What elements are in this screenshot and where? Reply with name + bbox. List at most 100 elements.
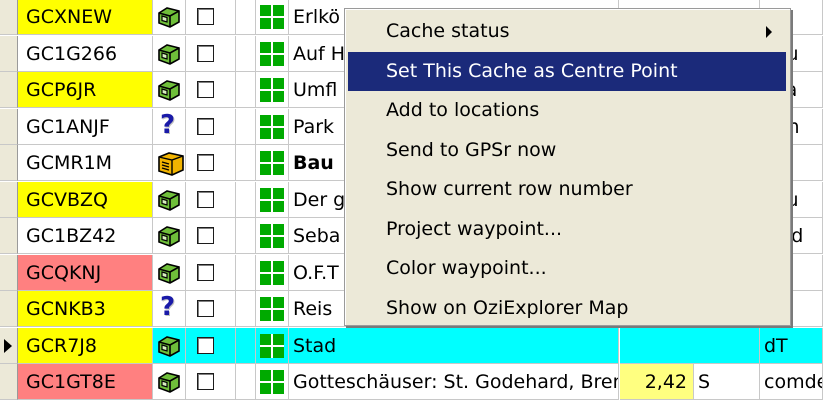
empty-cell bbox=[236, 254, 256, 291]
menu-item[interactable]: Set This Cache as Centre Point bbox=[348, 51, 786, 91]
row-checkbox[interactable] bbox=[197, 8, 214, 25]
cache-code-cell[interactable]: GCMR1M bbox=[18, 145, 153, 181]
cache-code-cell[interactable]: GCR7J8 bbox=[18, 327, 153, 364]
green-grid-icon bbox=[260, 187, 284, 212]
grid-icon-cell bbox=[256, 218, 289, 254]
row-checkbox[interactable] bbox=[197, 81, 214, 98]
cache-code-cell[interactable]: GCXNEW bbox=[18, 0, 153, 35]
cache-type-cell bbox=[153, 181, 186, 218]
cache-type-cell bbox=[153, 254, 186, 291]
checkbox-cell bbox=[186, 291, 236, 327]
row-indicator[interactable] bbox=[0, 218, 18, 254]
traditional-cache-icon bbox=[158, 335, 180, 357]
row-checkbox[interactable] bbox=[197, 190, 214, 208]
checkbox-cell bbox=[186, 181, 236, 218]
cache-name-cell[interactable]: Stad bbox=[289, 327, 619, 364]
checkbox-cell bbox=[186, 254, 236, 291]
empty-cell bbox=[236, 35, 256, 72]
checkbox-cell bbox=[186, 35, 236, 72]
traditional-cache-icon bbox=[158, 7, 180, 28]
cache-code-cell[interactable]: GC1GT8E bbox=[18, 364, 153, 400]
cache-type-cell: ? bbox=[153, 108, 186, 145]
cache-type-cell bbox=[153, 145, 186, 181]
menu-item[interactable]: Color waypoint... bbox=[348, 249, 786, 288]
grid-icon-cell bbox=[256, 145, 289, 181]
grid-icon-cell bbox=[256, 108, 289, 145]
row-checkbox[interactable] bbox=[197, 300, 214, 317]
cache-code-cell[interactable]: GCNKB3 bbox=[18, 291, 153, 327]
grid-icon-cell bbox=[256, 254, 289, 291]
grid-icon-cell bbox=[256, 327, 289, 364]
row-indicator[interactable] bbox=[0, 72, 18, 108]
checkbox-cell bbox=[186, 145, 236, 181]
row-indicator[interactable] bbox=[0, 0, 18, 35]
context-menu: Cache status Set This Cache as Centre Poi… bbox=[344, 8, 791, 326]
checkbox-cell bbox=[186, 364, 236, 400]
row-indicator[interactable] bbox=[0, 364, 18, 400]
checkbox-cell bbox=[186, 0, 236, 35]
menu-item[interactable]: Add to locations bbox=[348, 91, 786, 130]
distance-cell: 2,42 bbox=[620, 364, 694, 400]
green-grid-icon bbox=[260, 297, 284, 321]
submenu-arrow-icon bbox=[766, 26, 772, 38]
empty-cell bbox=[236, 0, 256, 35]
cache-type-cell: ? bbox=[153, 291, 186, 327]
menu-item[interactable]: Show on OziExplorer Map bbox=[348, 289, 786, 328]
green-grid-icon bbox=[260, 333, 284, 358]
cache-type-cell bbox=[153, 72, 186, 108]
row-checkbox[interactable] bbox=[197, 373, 214, 390]
green-grid-icon bbox=[260, 370, 284, 394]
mystery-cache-icon: ? bbox=[160, 109, 176, 140]
green-grid-icon bbox=[260, 114, 284, 139]
empty-cell bbox=[236, 72, 256, 108]
cache-type-cell bbox=[153, 0, 186, 35]
menu-item-label: Show current row number bbox=[386, 178, 633, 200]
row-checkbox[interactable] bbox=[197, 336, 214, 354]
menu-item-label: Cache status bbox=[386, 20, 510, 42]
cache-code-cell[interactable]: GC1BZ42 bbox=[18, 218, 153, 254]
traditional-cache-icon bbox=[158, 80, 180, 101]
row-indicator[interactable] bbox=[0, 145, 18, 181]
menu-item[interactable]: Project waypoint... bbox=[348, 210, 786, 249]
checkbox-cell bbox=[186, 218, 236, 254]
row-indicator[interactable] bbox=[0, 327, 18, 364]
empty-cell bbox=[236, 364, 256, 400]
row-indicator[interactable] bbox=[0, 254, 18, 291]
cache-type-cell bbox=[153, 35, 186, 72]
cache-type-cell bbox=[153, 364, 186, 400]
table-row[interactable]: GC1GT8E Gotteschäuser: St. Godehard, Bren… bbox=[0, 364, 823, 400]
menu-item[interactable]: Show current row number bbox=[348, 170, 786, 209]
checkbox-cell bbox=[186, 108, 236, 145]
row-indicator[interactable] bbox=[0, 291, 18, 327]
row-checkbox[interactable] bbox=[197, 263, 214, 281]
details-cell bbox=[620, 327, 760, 364]
row-checkbox[interactable] bbox=[197, 154, 214, 171]
grid-icon-cell bbox=[256, 72, 289, 108]
row-indicator[interactable] bbox=[0, 35, 18, 72]
current-row-arrow-icon bbox=[4, 338, 12, 353]
cache-code-cell[interactable]: GC1G266 bbox=[18, 35, 153, 72]
green-grid-icon bbox=[260, 260, 284, 285]
cache-code-cell[interactable]: GC1ANJF bbox=[18, 108, 153, 145]
row-checkbox[interactable] bbox=[197, 117, 214, 135]
menu-item-label: Color waypoint... bbox=[386, 257, 547, 279]
cache-code-cell[interactable]: GCQKNJ bbox=[18, 254, 153, 291]
row-checkbox[interactable] bbox=[197, 227, 214, 244]
cache-code-cell[interactable]: GCP6JR bbox=[18, 72, 153, 108]
owner-cell: comdew bbox=[760, 364, 823, 400]
menu-item-label: Add to locations bbox=[386, 99, 540, 121]
row-checkbox[interactable] bbox=[197, 44, 214, 62]
table-row[interactable]: GCR7J8 Stad dT bbox=[0, 327, 823, 364]
menu-item[interactable]: Cache status bbox=[348, 12, 786, 51]
row-indicator[interactable] bbox=[0, 108, 18, 145]
grid-icon-cell bbox=[256, 181, 289, 218]
menu-item[interactable]: Send to GPSr now bbox=[348, 131, 786, 170]
cache-code-cell[interactable]: GCVBZQ bbox=[18, 181, 153, 218]
traditional-cache-icon bbox=[158, 226, 180, 247]
row-indicator[interactable] bbox=[0, 181, 18, 218]
green-grid-icon bbox=[260, 41, 284, 66]
green-grid-icon bbox=[260, 151, 284, 175]
cache-name-cell[interactable]: Gotteschäuser: St. Godehard, Bren bbox=[289, 364, 619, 400]
menu-item-label: Show on OziExplorer Map bbox=[386, 296, 629, 319]
empty-cell bbox=[236, 108, 256, 145]
